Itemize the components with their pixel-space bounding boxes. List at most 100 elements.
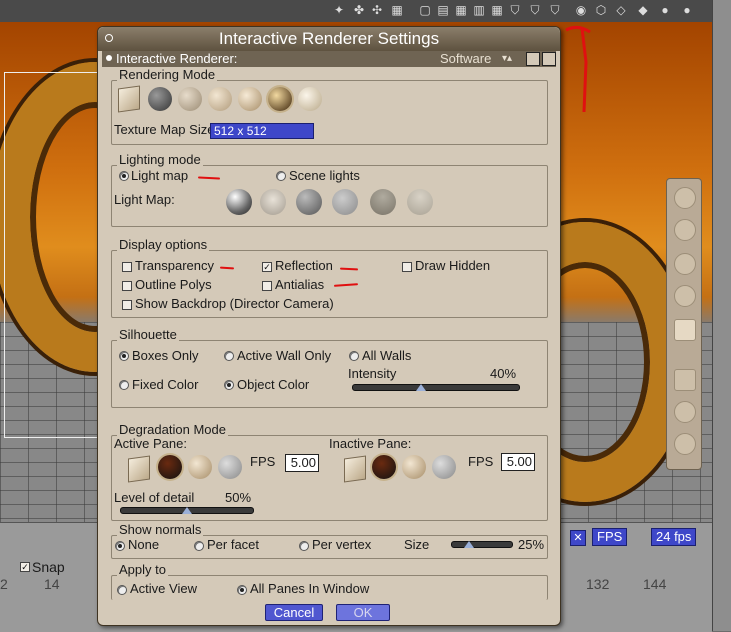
inactive-wire-icon[interactable] [372,455,396,479]
shield-icon-2[interactable]: ⛉ [528,3,542,17]
layout-single-icon[interactable]: ▢ [418,3,432,17]
mode-flat-icon[interactable] [238,87,262,111]
intensity-slider-thumb[interactable] [416,384,426,391]
active-flat-icon[interactable] [188,455,212,479]
light-map-3-icon[interactable] [296,189,322,215]
light-map-1-icon[interactable] [226,189,252,215]
mode-texture-icon[interactable] [268,87,292,111]
shiny-sphere-icon[interactable]: ● [680,3,694,17]
fixed-color-radio[interactable] [119,380,129,390]
light-map-5-icon[interactable] [370,189,396,215]
object-color-label: Object Color [237,377,310,392]
snap-checkbox[interactable]: ✓ [20,562,30,572]
cube-icon[interactable]: ◇ [614,3,628,17]
trackball-icon[interactable] [674,285,696,307]
inactive-fps-input[interactable]: 5.00 [501,453,535,471]
normals-none-radio[interactable] [115,541,125,551]
sphere-icon[interactable]: ● [658,3,672,17]
chevron-down-icon[interactable]: ▾▴ [502,51,512,67]
intensity-slider[interactable] [352,384,520,391]
shield-icon[interactable]: ⛉ [508,3,522,17]
cube-view-icon[interactable] [674,319,696,341]
layout-split-icon[interactable]: ▤ [436,3,450,17]
mode-lit-wire-icon[interactable] [208,87,232,111]
antialias-checkbox[interactable] [262,281,272,291]
inactive-box-icon[interactable] [344,455,366,483]
all-panes-label: All Panes In Window [250,581,370,596]
active-fps-label: FPS [250,454,276,469]
figure-icon[interactable]: ✤ [352,3,366,17]
move-xy-icon[interactable] [674,187,696,209]
inactive-lit-wire-icon[interactable] [432,455,456,479]
dialog-title: Interactive Renderer Settings [218,29,440,48]
load-icon[interactable] [542,52,556,66]
apply-to-label: Apply to [117,562,168,577]
reflection-checkbox[interactable]: ✓ [262,262,272,272]
rendering-mode-label: Rendering Mode [117,67,218,82]
active-view-radio[interactable] [117,585,127,595]
cancel-button[interactable]: Cancel [265,604,323,621]
camera-icon-tool[interactable] [674,369,696,391]
ok-button[interactable]: OK [336,604,390,621]
active-lit-wire-icon[interactable] [218,455,242,479]
light-map-6-icon[interactable] [407,189,433,215]
degradation-mode-label: Degradation Mode [117,422,228,437]
loop-icon[interactable]: ✕ [570,530,586,546]
snap-label: Snap [32,559,65,575]
light-map-option[interactable]: Light map [131,168,188,183]
mode-smooth-icon[interactable] [298,87,322,111]
show-backdrop-checkbox[interactable] [122,300,132,310]
fps-dropdown[interactable]: FPS [592,528,628,546]
active-wire-icon[interactable] [158,455,182,479]
save-icon[interactable] [526,52,540,66]
compass-icon[interactable]: ◉ [574,3,588,17]
intensity-label: Intensity [348,366,397,381]
object-color-radio[interactable] [224,380,234,390]
mode-hidden-line-icon[interactable] [178,87,202,111]
mode-wireframe-icon[interactable] [148,87,172,111]
active-fps-input[interactable]: 5.00 [285,454,319,472]
normals-per-facet-label: Per facet [207,537,260,552]
transparency-checkbox[interactable] [122,262,132,272]
layout-multi-icon[interactable]: ▥ [472,3,486,17]
camera-icon[interactable]: ✦ [332,3,346,17]
layout-wide-icon[interactable]: ▦ [490,3,504,17]
inactive-flat-icon[interactable] [402,455,426,479]
scene-lights-option[interactable]: Scene lights [289,168,360,183]
renderer-select[interactable]: Software [440,51,491,67]
mode-box-icon[interactable] [118,85,140,113]
texture-map-size-label: Texture Map Size [114,122,215,137]
draw-hidden-checkbox[interactable] [402,262,412,272]
active-wall-only-radio[interactable] [224,351,234,361]
zoom-icon[interactable] [674,433,696,455]
all-panes-radio[interactable] [237,585,247,595]
normals-size-thumb[interactable] [464,541,474,548]
outline-polys-checkbox[interactable] [122,281,132,291]
normals-size-slider[interactable] [451,541,513,548]
flat-cube-icon[interactable]: ◆ [636,3,650,17]
layout-quad-icon[interactable]: ▦ [454,3,468,17]
light-map-2-icon[interactable] [260,189,286,215]
dialog-titlebar[interactable]: Interactive Renderer Settings [98,27,560,51]
normals-per-facet-radio[interactable] [194,541,204,551]
move-yz-icon[interactable] [674,219,696,241]
wire-icon[interactable]: ⬡ [594,3,608,17]
normals-per-vertex-radio[interactable] [299,541,309,551]
fps-rate-dropdown[interactable]: 24 fps [651,528,697,546]
hand-icon[interactable] [674,401,696,423]
all-walls-radio[interactable] [349,351,359,361]
antialias-label: Antialias [275,277,325,292]
level-of-detail-thumb[interactable] [182,507,192,514]
shield-icon-3[interactable]: ⛉ [548,3,562,17]
active-box-icon[interactable] [128,455,150,483]
texture-map-size-select[interactable]: 512 x 512 [210,123,314,139]
boxes-only-radio[interactable] [119,351,129,361]
close-icon[interactable] [105,34,113,42]
scene-lights-radio[interactable] [276,171,286,181]
light-map-4-icon[interactable] [332,189,358,215]
inactive-pane-label: Inactive Pane: [329,436,412,451]
tool-icon[interactable]: ✣ [370,3,384,17]
light-map-radio[interactable] [119,171,129,181]
grid-icon[interactable]: ▦ [390,3,404,17]
move-xz-icon[interactable] [674,253,696,275]
